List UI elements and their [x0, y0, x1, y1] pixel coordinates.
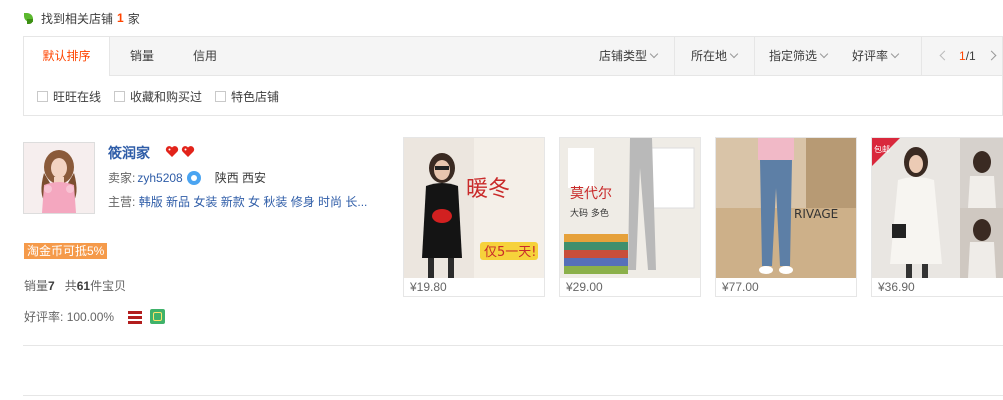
product-card[interactable]: 莫代尔 大码 多色 ¥29.00	[559, 137, 701, 297]
mobile-shop-icon[interactable]	[150, 309, 166, 324]
divider	[674, 37, 675, 76]
chevron-down-icon	[729, 49, 739, 59]
checkbox-wangwang-online[interactable]: 旺旺在线	[37, 89, 102, 104]
filter-location-label: 所在地	[691, 49, 728, 63]
filter-specified-label: 指定筛选	[769, 49, 818, 63]
sales-stats: 销量7 共61件宝贝	[24, 277, 126, 294]
checkbox-box[interactable]	[114, 90, 125, 102]
consumer-protection-icon[interactable]	[128, 310, 143, 324]
tab-default-sort[interactable]: 默认排序	[24, 37, 110, 77]
divider	[23, 345, 1003, 346]
items-prefix: 共	[64, 279, 77, 293]
leaf-icon	[24, 12, 35, 24]
product-image[interactable]: RIVAGE	[716, 138, 856, 278]
results-count: 找到相关店铺 1 家	[24, 10, 140, 26]
product-price: ¥19.80	[410, 280, 447, 294]
chevron-down-icon	[819, 49, 829, 59]
shop-location: 陕西 西安	[214, 171, 267, 185]
divider	[921, 37, 922, 76]
checkbox-featured-shop[interactable]: 特色店铺	[215, 89, 280, 104]
svg-text:RIVAGE: RIVAGE	[794, 207, 838, 221]
sales-value: 7	[48, 279, 55, 293]
chevron-down-icon	[890, 49, 900, 59]
heart-icon	[181, 146, 195, 157]
product-price: ¥29.00	[566, 280, 603, 294]
product-price: ¥77.00	[722, 280, 759, 294]
rating-row: 好评率: 100.00%	[24, 308, 166, 325]
checkbox-label: 收藏和购买过	[130, 89, 203, 104]
main-categories-link[interactable]: 韩版 新品 女装 新款 女 秋装 修身 时尚 长...	[139, 195, 368, 209]
tab-sales[interactable]: 销量	[116, 37, 168, 76]
pager-total: 1	[969, 49, 976, 63]
filter-rating[interactable]: 好评率	[852, 37, 900, 76]
product-image[interactable]: 莫代尔 大码 多色	[560, 138, 700, 278]
seller-name-link[interactable]: zyh5208	[137, 171, 182, 185]
tab-credit[interactable]: 信用	[179, 37, 231, 76]
svg-text:大码 多色: 大码 多色	[570, 207, 609, 219]
product-card[interactable]: 包邮 ¥36.90	[871, 137, 1003, 297]
checkbox-label: 特色店铺	[231, 89, 280, 104]
checkbox-box[interactable]	[215, 90, 226, 102]
product-image[interactable]: 包邮	[872, 138, 1003, 278]
shop-name-link[interactable]: 筱润家	[108, 143, 150, 163]
checkbox-label: 旺旺在线	[53, 89, 102, 104]
chevron-down-icon	[649, 49, 659, 59]
results-suffix: 家	[127, 11, 140, 26]
svg-text:仅5一天!: 仅5一天!	[484, 245, 536, 260]
wangwang-chat-icon[interactable]	[186, 170, 201, 185]
svg-text:暖冬: 暖冬	[466, 177, 510, 202]
results-number: 1	[117, 11, 124, 25]
results-prefix: 找到相关店铺	[41, 11, 114, 26]
divider	[23, 395, 1003, 396]
product-price: ¥36.90	[878, 280, 915, 294]
filter-shop-type-label: 店铺类型	[599, 49, 648, 63]
filter-checkbox-bar: 旺旺在线 收藏和购买过 特色店铺	[23, 76, 1003, 116]
sort-bar: 默认排序 销量 信用 店铺类型 所在地 指定筛选 好评率 1/1	[23, 36, 1003, 77]
shop-avatar[interactable]	[23, 142, 95, 214]
seller-label: 卖家:	[108, 171, 136, 185]
filter-specified[interactable]: 指定筛选	[769, 37, 829, 76]
heart-icon	[165, 146, 179, 157]
svg-text:包邮: 包邮	[874, 144, 890, 154]
sales-label: 销量	[24, 279, 49, 293]
coupon-badge: 淘金币可抵5%	[24, 243, 108, 259]
main-label: 主营:	[108, 195, 136, 209]
filter-location[interactable]: 所在地	[691, 37, 739, 76]
filter-rating-label: 好评率	[852, 49, 889, 63]
checkbox-box[interactable]	[37, 90, 48, 102]
rating-label: 好评率:	[24, 310, 64, 324]
filter-shop-type[interactable]: 店铺类型	[599, 37, 659, 76]
prev-page-icon[interactable]	[939, 50, 950, 61]
product-card[interactable]: RIVAGE ¥77.00	[715, 137, 857, 297]
seller-credit-hearts	[165, 145, 197, 158]
seller-info: 卖家: zyh5208 陕西 西安	[108, 169, 266, 186]
product-card[interactable]: 暖冬 仅5一天! ¥19.80	[403, 137, 545, 297]
items-suffix: 件宝贝	[90, 279, 127, 293]
divider	[754, 37, 755, 76]
rating-value: 100.00%	[66, 309, 115, 324]
pager-current: 1	[959, 49, 966, 63]
pager: 1/1	[959, 37, 976, 76]
svg-text:莫代尔: 莫代尔	[570, 186, 612, 202]
next-page-icon[interactable]	[986, 50, 997, 61]
main-business: 主营: 韩版 新品 女装 新款 女 秋装 修身 时尚 长...	[108, 193, 367, 210]
checkbox-favorited-purchased[interactable]: 收藏和购买过	[114, 89, 203, 104]
product-image[interactable]: 暖冬 仅5一天!	[404, 138, 544, 278]
items-value: 61	[76, 279, 91, 293]
